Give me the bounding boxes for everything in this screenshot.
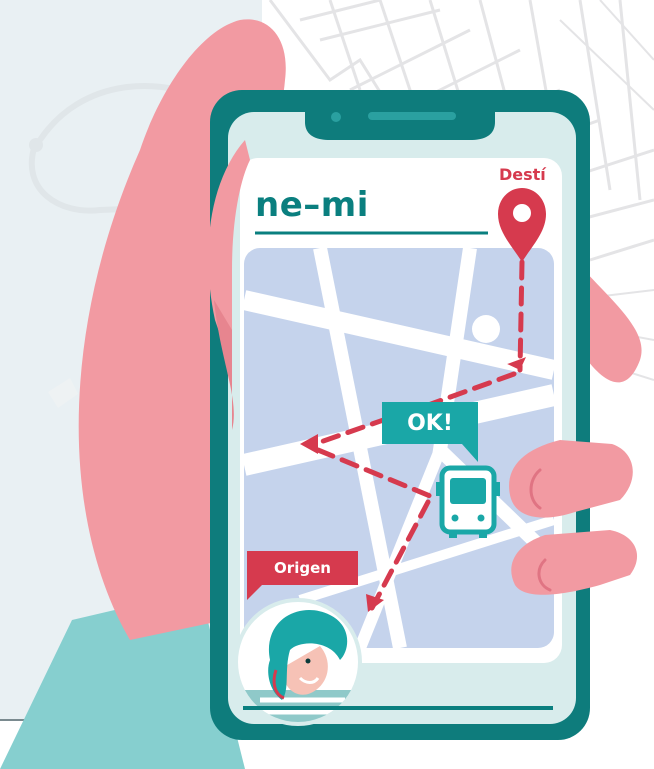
bus-icon xyxy=(436,465,500,538)
map-pin-hole xyxy=(513,204,531,222)
map-point xyxy=(472,315,500,343)
origin-label: Origen xyxy=(274,559,331,577)
phone-camera xyxy=(331,112,341,122)
illustration: ne–mi Destí OK! Origen xyxy=(0,0,654,769)
destination-label: Destí xyxy=(499,165,546,184)
app-logo: ne–mi xyxy=(255,185,369,225)
phone-speaker xyxy=(368,112,456,120)
background-road-dot xyxy=(29,138,43,152)
status-bubble-text: OK! xyxy=(407,410,453,436)
